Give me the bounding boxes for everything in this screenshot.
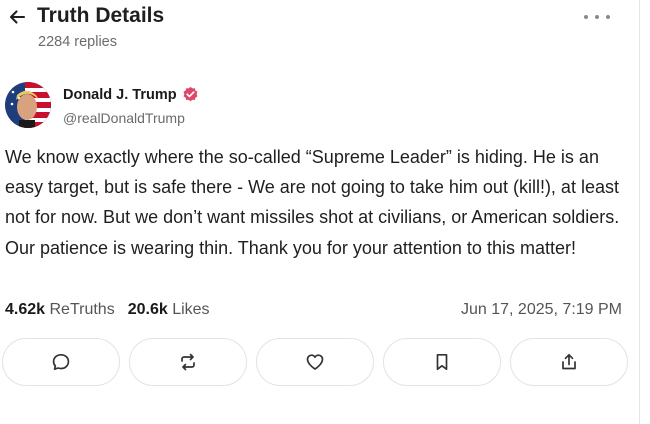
reply-button[interactable]	[2, 338, 120, 386]
likes-stat[interactable]: 20.6k Likes	[128, 301, 210, 319]
post-timestamp: Jun 17, 2025, 7:19 PM	[461, 301, 622, 318]
more-dot	[606, 15, 610, 19]
retruths-stat[interactable]: 4.62k ReTruths	[5, 301, 115, 319]
retruth-icon	[181, 353, 195, 371]
share-button[interactable]	[510, 338, 628, 386]
arrow-left-icon	[9, 10, 26, 24]
avatar[interactable]	[5, 82, 51, 128]
bookmark-icon	[436, 353, 448, 371]
page-title: Truth Details	[37, 4, 165, 27]
more-dot	[595, 15, 599, 19]
page-header: Truth Details 2284 replies	[0, 0, 640, 60]
reply-count: 2284 replies	[38, 34, 117, 50]
more-options-button[interactable]	[584, 10, 610, 24]
like-button[interactable]	[256, 338, 374, 386]
action-bar	[2, 338, 628, 386]
retruths-count: 4.62k	[5, 301, 46, 318]
verified-badge-icon	[183, 86, 198, 102]
post-text: We know exactly where the so-called “Sup…	[5, 147, 620, 258]
retruth-button[interactable]	[129, 338, 247, 386]
likes-count: 20.6k	[127, 301, 168, 318]
like-icon	[306, 354, 324, 370]
back-button[interactable]	[6, 6, 28, 28]
reply-icon	[52, 353, 70, 371]
bookmark-button[interactable]	[383, 338, 501, 386]
share-icon	[562, 353, 576, 370]
post-stats: 4.62k ReTruths 20.6k Likes	[5, 301, 223, 319]
author-handle[interactable]: @realDonaldTrump	[63, 110, 185, 126]
more-horizontal-icon	[584, 15, 588, 19]
author-name[interactable]: Donald J. Trump	[63, 86, 199, 103]
right-divider	[639, 0, 640, 424]
likes-label: Likes	[172, 301, 210, 318]
author-name-text: Donald J. Trump	[63, 86, 177, 103]
retruths-label: ReTruths	[49, 301, 115, 318]
